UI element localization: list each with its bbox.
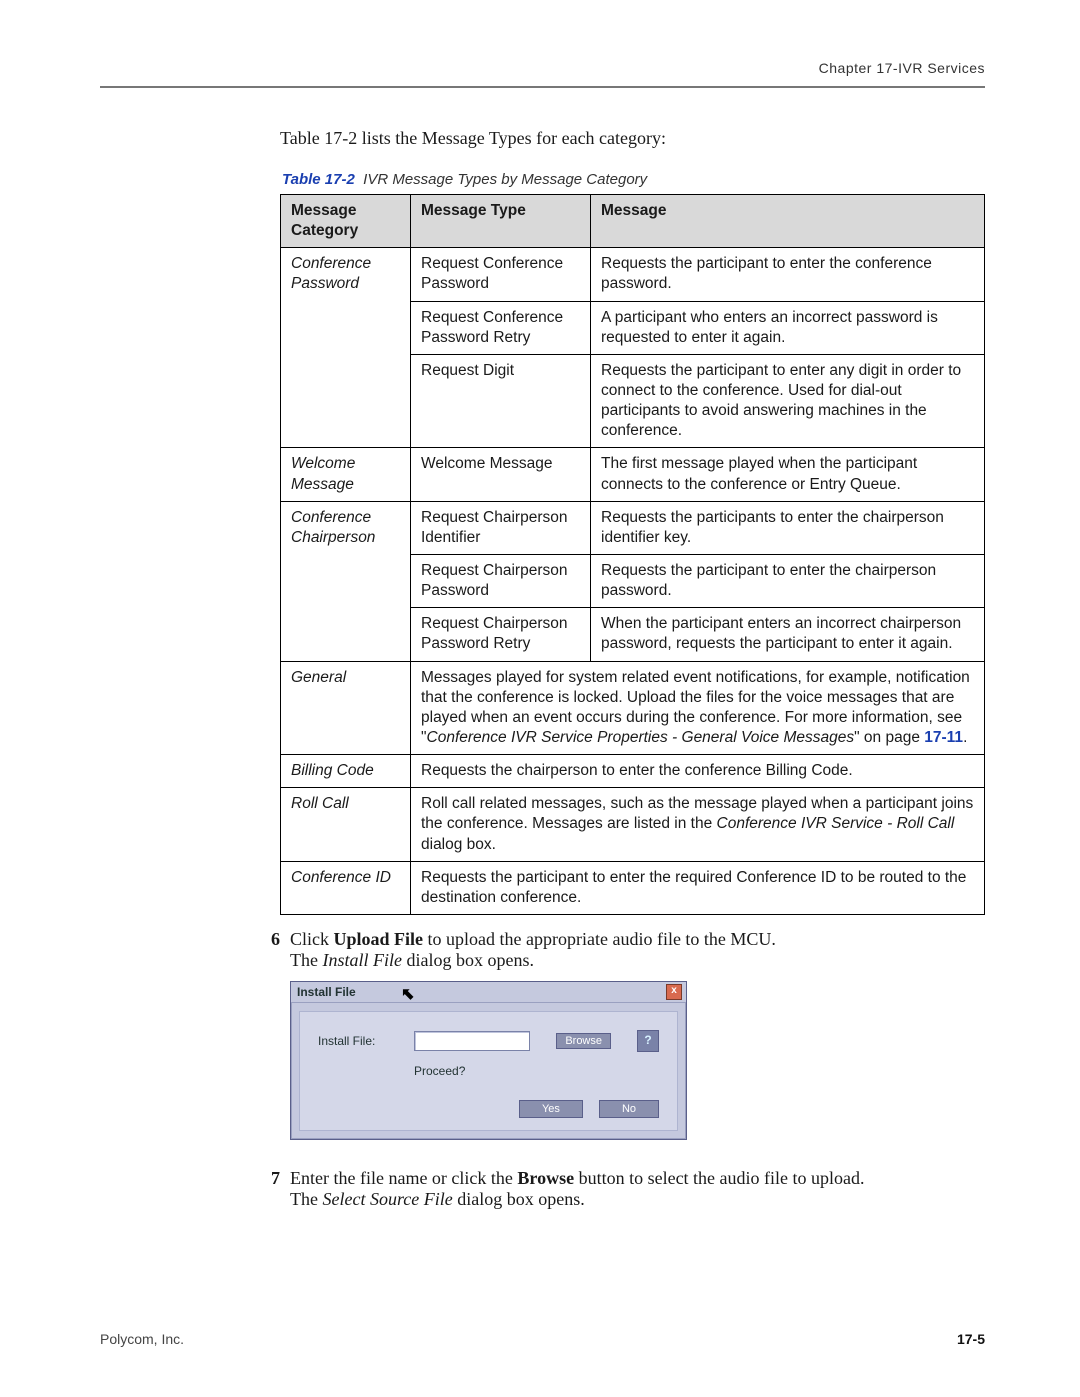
step6-text-a: Click bbox=[290, 929, 334, 949]
cell-message: Requests the participant to enter the re… bbox=[411, 861, 985, 914]
step7-text-a: Enter the file name or click the bbox=[290, 1168, 517, 1188]
cell-category: Billing Code bbox=[281, 755, 411, 788]
table-row: Welcome Message Welcome Message The firs… bbox=[281, 448, 985, 501]
table-row: Request Chairperson Password Retry When … bbox=[281, 608, 985, 661]
cell-type: Request Digit bbox=[411, 354, 591, 448]
roll-ref: Conference IVR Service - Roll Call bbox=[717, 815, 955, 832]
install-file-dialog-screenshot: Install File ⬉ x Install File: Browse ? bbox=[290, 981, 985, 1140]
cell-category: Roll Call bbox=[281, 788, 411, 861]
step6-bold: Upload File bbox=[334, 929, 424, 949]
step6-text-c: The bbox=[290, 950, 322, 970]
step7-text-d: dialog box opens. bbox=[453, 1189, 585, 1209]
browse-button[interactable]: Browse bbox=[556, 1033, 611, 1049]
cell-category: General bbox=[281, 661, 411, 755]
cell-message: A participant who enters an incorrect pa… bbox=[591, 301, 985, 354]
install-file-input[interactable] bbox=[414, 1031, 530, 1051]
step-number: 7 bbox=[252, 1168, 290, 1210]
cell-message: Requests the participants to enter the c… bbox=[591, 501, 985, 554]
step7-ital: Select Source File bbox=[322, 1189, 452, 1209]
table-row: Request Conference Password Retry A part… bbox=[281, 301, 985, 354]
install-file-dialog: Install File ⬉ x Install File: Browse ? bbox=[290, 981, 687, 1140]
table-row: Conference Chairperson Request Chairpers… bbox=[281, 501, 985, 554]
footer-page-number: 17-5 bbox=[957, 1331, 985, 1347]
table-header-row: Message Category Message Type Message bbox=[281, 195, 985, 248]
table-row: Request Chairperson Password Requests th… bbox=[281, 554, 985, 607]
cursor-icon: ⬉ bbox=[401, 984, 414, 1004]
install-file-field-row: Install File: Browse ? bbox=[318, 1030, 659, 1052]
close-icon[interactable]: x bbox=[666, 984, 682, 1000]
general-ref: Conference IVR Service Properties - Gene… bbox=[427, 729, 855, 746]
yes-button[interactable]: Yes bbox=[519, 1100, 583, 1118]
cell-category-empty bbox=[281, 301, 411, 354]
cell-message: Requests the chairperson to enter the co… bbox=[411, 755, 985, 788]
cell-category-empty bbox=[281, 354, 411, 448]
roll-text-post: dialog box. bbox=[421, 836, 496, 853]
table-row: Request Digit Requests the participant t… bbox=[281, 354, 985, 448]
step-6: 6 Click Upload File to upload the approp… bbox=[280, 929, 985, 1158]
cell-type: Welcome Message bbox=[411, 448, 591, 501]
step6-text-b: to upload the appropriate audio file to … bbox=[423, 929, 776, 949]
install-file-label: Install File: bbox=[318, 1034, 388, 1048]
no-button[interactable]: No bbox=[599, 1100, 659, 1118]
chapter-header: Chapter 17-IVR Services bbox=[100, 60, 985, 76]
dialog-title-text: Install File bbox=[297, 985, 356, 999]
table-caption: Table 17-2 IVR Message Types by Message … bbox=[282, 171, 985, 188]
general-text-post: . bbox=[963, 729, 967, 746]
help-icon[interactable]: ? bbox=[637, 1030, 659, 1052]
dialog-button-row: Yes No bbox=[318, 1100, 659, 1118]
table-row: Roll Call Roll call related messages, su… bbox=[281, 788, 985, 861]
step6-text-d: dialog box opens. bbox=[402, 950, 534, 970]
footer-company: Polycom, Inc. bbox=[100, 1331, 184, 1347]
cell-message-general: Messages played for system related event… bbox=[411, 661, 985, 755]
intro-paragraph: Table 17-2 lists the Message Types for e… bbox=[280, 128, 985, 149]
step7-text-c: The bbox=[290, 1189, 322, 1209]
dialog-titlebar: Install File ⬉ x bbox=[291, 982, 686, 1003]
step-body: Click Upload File to upload the appropri… bbox=[290, 929, 985, 1158]
col-header-category: Message Category bbox=[281, 195, 411, 248]
proceed-label: Proceed? bbox=[414, 1064, 659, 1078]
cell-type: Request Chairperson Identifier bbox=[411, 501, 591, 554]
cell-category: Conference Password bbox=[281, 248, 411, 301]
cell-category: Conference Chairperson bbox=[281, 501, 411, 554]
dialog-body: Install File: Browse ? Proceed? Yes No bbox=[299, 1011, 678, 1131]
steps-list: 6 Click Upload File to upload the approp… bbox=[280, 929, 985, 1210]
cell-message: When the participant enters an incorrect… bbox=[591, 608, 985, 661]
general-text-mid: " on page bbox=[854, 729, 924, 746]
cell-category-empty bbox=[281, 608, 411, 661]
document-page: Chapter 17-IVR Services Table 17-2 lists… bbox=[0, 0, 1080, 1397]
cell-message: Requests the participant to enter any di… bbox=[591, 354, 985, 448]
cell-type: Request Chairperson Password bbox=[411, 554, 591, 607]
step-body: Enter the file name or click the Browse … bbox=[290, 1168, 985, 1210]
col-header-message: Message bbox=[591, 195, 985, 248]
cell-message: Requests the participant to enter the co… bbox=[591, 248, 985, 301]
table-row: General Messages played for system relat… bbox=[281, 661, 985, 755]
cell-message-rollcall: Roll call related messages, such as the … bbox=[411, 788, 985, 861]
cell-category-empty bbox=[281, 554, 411, 607]
table-row: Conference ID Requests the participant t… bbox=[281, 861, 985, 914]
cell-type: Request Chairperson Password Retry bbox=[411, 608, 591, 661]
cell-message: Requests the participant to enter the ch… bbox=[591, 554, 985, 607]
table-row: Billing Code Requests the chairperson to… bbox=[281, 755, 985, 788]
step7-bold: Browse bbox=[517, 1168, 574, 1188]
content-area: Table 17-2 lists the Message Types for e… bbox=[280, 128, 985, 1210]
cell-category: Conference ID bbox=[281, 861, 411, 914]
header-rule bbox=[100, 86, 985, 88]
page-footer: Polycom, Inc. 17-5 bbox=[100, 1331, 985, 1347]
table-caption-title: IVR Message Types by Message Category bbox=[363, 171, 647, 188]
step-7: 7 Enter the file name or click the Brows… bbox=[280, 1168, 985, 1210]
cell-type: Request Conference Password bbox=[411, 248, 591, 301]
ivr-message-types-table: Message Category Message Type Message Co… bbox=[280, 194, 985, 915]
step6-ital: Install File bbox=[322, 950, 402, 970]
cell-category: Welcome Message bbox=[281, 448, 411, 501]
step7-text-b: button to select the audio file to uploa… bbox=[574, 1168, 864, 1188]
col-header-type: Message Type bbox=[411, 195, 591, 248]
table-caption-number: Table 17-2 bbox=[282, 171, 355, 188]
cell-type: Request Conference Password Retry bbox=[411, 301, 591, 354]
table-row: Conference Password Request Conference P… bbox=[281, 248, 985, 301]
cell-message: The first message played when the partic… bbox=[591, 448, 985, 501]
step-number: 6 bbox=[252, 929, 290, 1158]
general-page-link[interactable]: 17-11 bbox=[924, 729, 963, 746]
